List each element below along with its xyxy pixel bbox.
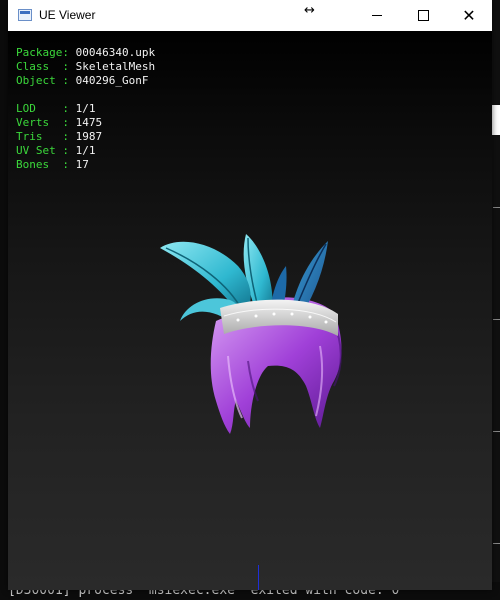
close-icon: ✕ bbox=[462, 5, 476, 25]
background-panel-tab bbox=[492, 105, 500, 135]
info-verts: Verts : 1475 bbox=[16, 116, 103, 129]
maximize-button[interactable] bbox=[400, 0, 446, 31]
info-class: Class : SkeletalMesh bbox=[16, 60, 156, 73]
info-tris: Tris : 1987 bbox=[16, 130, 103, 143]
background-console-edge bbox=[492, 0, 500, 600]
3d-viewport[interactable]: Package: 00046340.upk Class : SkeletalMe… bbox=[8, 31, 492, 590]
info-uvset: UV Set : 1/1 bbox=[16, 144, 96, 157]
info-bones: Bones : 17 bbox=[16, 158, 89, 171]
skeletal-mesh-render bbox=[160, 234, 342, 434]
maximize-icon bbox=[417, 10, 429, 21]
app-icon bbox=[18, 9, 32, 21]
close-button[interactable]: ✕ bbox=[446, 0, 492, 31]
background-divider bbox=[493, 207, 500, 208]
background-divider bbox=[493, 319, 500, 320]
minimize-icon bbox=[372, 15, 382, 16]
ue-viewer-window[interactable]: UE Viewer ↔ ✕ Package: 00046340.upk Clas… bbox=[8, 0, 492, 590]
info-object: Object : 040296_GonF bbox=[16, 74, 149, 87]
minimize-button[interactable] bbox=[354, 0, 400, 31]
origin-axis-line bbox=[258, 565, 259, 590]
info-lod: LOD : 1/1 bbox=[16, 102, 96, 115]
background-divider bbox=[493, 543, 500, 544]
background-divider bbox=[493, 431, 500, 432]
resize-cursor-icon: ↔ bbox=[304, 3, 315, 18]
window-title: UE Viewer bbox=[39, 8, 96, 22]
title-bar[interactable]: UE Viewer ↔ ✕ bbox=[8, 0, 492, 31]
info-package: Package: 00046340.upk bbox=[16, 46, 156, 59]
